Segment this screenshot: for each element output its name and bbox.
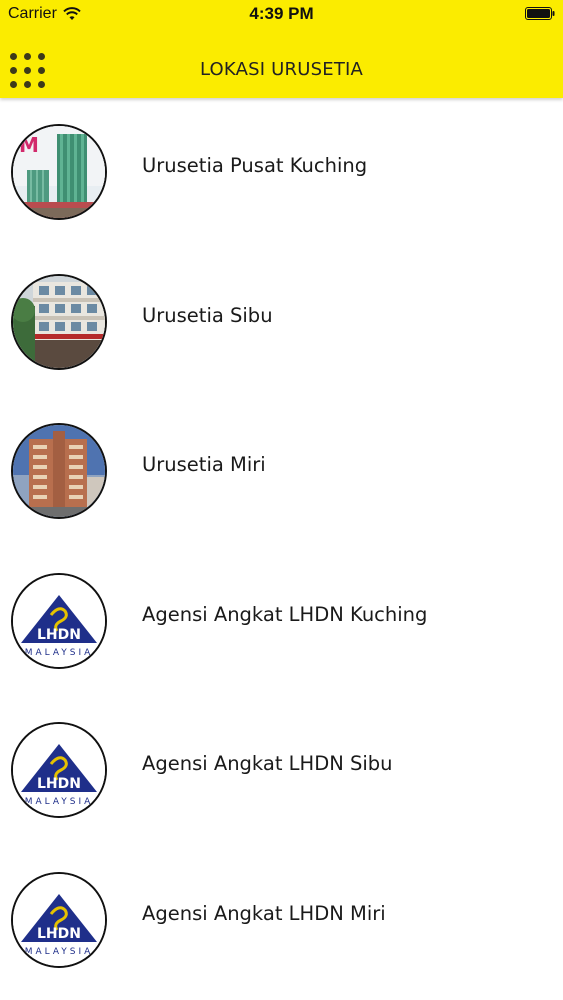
svg-text:LHDN: LHDN bbox=[37, 926, 81, 942]
svg-text:MALAYSIA: MALAYSIA bbox=[25, 947, 94, 957]
list-item-agensi-angkat-lhdn-sibu[interactable]: LHDN MALAYSIA Agensi Angkat LHDN Sibu bbox=[0, 696, 563, 846]
list-item-urusetia-miri[interactable]: Urusetia Miri bbox=[0, 397, 563, 547]
status-bar: Carrier 4:39 PM bbox=[0, 0, 563, 30]
top-bar: Carrier 4:39 PM LOKASI URUSETIA bbox=[0, 0, 563, 98]
page-title: LOKASI URUSETIA bbox=[199, 59, 364, 80]
lhdn-logo: LHDN MALAYSIA bbox=[11, 572, 107, 669]
location-label: Urusetia Pusat Kuching bbox=[142, 154, 368, 177]
building-photo-kuching: M bbox=[11, 124, 107, 220]
location-label: Agensi Angkat LHDN Kuching bbox=[142, 602, 428, 626]
list-item-urusetia-sibu[interactable]: Urusetia Sibu bbox=[0, 248, 563, 398]
svg-text:M: M bbox=[19, 133, 39, 157]
list-item-urusetia-pusat-kuching[interactable]: M Urusetia Pusat Kuching bbox=[0, 98, 563, 248]
lhdn-logo: LHDN MALAYSIA bbox=[11, 871, 107, 968]
status-time: 4:39 PM bbox=[249, 4, 314, 23]
location-label: Agensi Angkat LHDN Miri bbox=[142, 901, 386, 925]
svg-text:MALAYSIA: MALAYSIA bbox=[25, 648, 94, 658]
location-label: Agensi Angkat LHDN Sibu bbox=[142, 752, 393, 775]
battery-icon bbox=[525, 7, 555, 20]
navigation-bar: LOKASI URUSETIA bbox=[0, 40, 563, 98]
building-photo-sibu bbox=[11, 273, 107, 370]
location-label: Urusetia Miri bbox=[142, 453, 266, 476]
list-item-agensi-angkat-lhdn-miri[interactable]: LHDN MALAYSIA Agensi Angkat LHDN Miri bbox=[0, 846, 563, 996]
lhdn-logo: LHDN MALAYSIA bbox=[11, 722, 107, 818]
svg-text:LHDN: LHDN bbox=[37, 776, 81, 792]
location-list: M Urusetia Pusat Kuching Urusetia Sibu U… bbox=[0, 98, 563, 995]
location-label: Urusetia Sibu bbox=[142, 303, 273, 327]
building-photo-miri bbox=[11, 423, 107, 519]
list-item-agensi-angkat-lhdn-kuching[interactable]: LHDN MALAYSIA Agensi Angkat LHDN Kuching bbox=[0, 547, 563, 697]
svg-text:MALAYSIA: MALAYSIA bbox=[25, 797, 94, 807]
svg-text:LHDN: LHDN bbox=[37, 627, 81, 643]
app-screen: Carrier 4:39 PM LOKASI URUSETIA M Uruset… bbox=[0, 0, 563, 1000]
